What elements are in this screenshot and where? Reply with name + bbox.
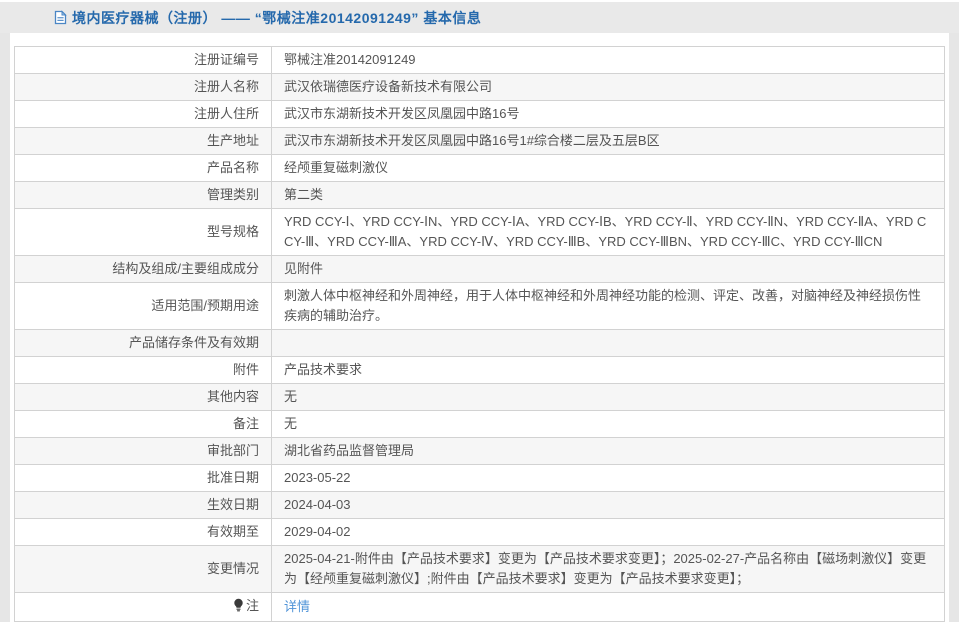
table-row: 产品名称 经颅重复磁刺激仪: [14, 154, 945, 182]
table-row: 批准日期 2023-05-22: [14, 464, 945, 492]
row-label: 其他内容: [14, 383, 272, 411]
row-value: 刺激人体中枢神经和外周神经，用于人体中枢神经和外周神经功能的检测、评定、改善，对…: [271, 282, 945, 330]
row-value: 武汉市东湖新技术开发区凤凰园中路16号1#综合楼二层及五层B区: [271, 127, 945, 155]
row-label: 适用范围/预期用途: [14, 282, 272, 330]
row-label: 注册证编号: [14, 46, 272, 74]
table-row: 型号规格 YRD CCY-Ⅰ、YRD CCY-ⅠN、YRD CCY-ⅠA、YRD …: [14, 208, 945, 256]
row-label: 有效期至: [14, 518, 272, 546]
registration-info-table: 注册证编号 鄂械注准20142091249 注册人名称 武汉依瑞德医疗设备新技术有限公…: [14, 46, 945, 622]
row-label: 注册人住所: [14, 100, 272, 128]
row-label: 管理类别: [14, 181, 272, 209]
row-label: 注册人名称: [14, 73, 272, 101]
row-label: 结构及组成/主要组成成分: [14, 255, 272, 283]
table-row: 管理类别 第二类: [14, 181, 945, 209]
table-row: 附件 产品技术要求: [14, 356, 945, 384]
content-panel: 注册证编号 鄂械注准20142091249 注册人名称 武汉依瑞德医疗设备新技术有限公…: [10, 33, 949, 622]
table-row: 注册人住所 武汉市东湖新技术开发区凤凰园中路16号: [14, 100, 945, 128]
row-label: 生产地址: [14, 127, 272, 155]
table-row: 注册证编号 鄂械注准20142091249: [14, 46, 945, 74]
lightbulb-icon: [233, 598, 244, 618]
row-label: 产品储存条件及有效期: [14, 329, 272, 357]
row-value: 详情: [271, 592, 945, 622]
row-value: 武汉依瑞德医疗设备新技术有限公司: [271, 73, 945, 101]
left-margin: [0, 33, 10, 622]
row-label: 生效日期: [14, 491, 272, 519]
table-row: 其他内容无: [14, 383, 945, 411]
table-row: 有效期至 2029-04-02: [14, 518, 945, 546]
table-row: 结构及组成/主要组成成分 见附件: [14, 255, 945, 283]
row-value: 湖北省药品监督管理局: [271, 437, 945, 465]
table-row: 产品储存条件及有效期: [14, 329, 945, 357]
row-value: 2025-04-21-附件由【产品技术要求】变更为【产品技术要求变更】；2025…: [271, 545, 945, 593]
row-value: 无: [271, 383, 945, 411]
row-value: 第二类: [271, 181, 945, 209]
row-value: 经颅重复磁刺激仪: [271, 154, 945, 182]
table-row: 注详情: [14, 592, 945, 622]
row-value: 鄂械注准20142091249: [271, 46, 945, 74]
row-value: [271, 329, 945, 357]
row-value: YRD CCY-Ⅰ、YRD CCY-ⅠN、YRD CCY-ⅠA、YRD CCY-…: [271, 208, 945, 256]
table-row: 生产地址 武汉市东湖新技术开发区凤凰园中路16号1#综合楼二层及五层B区: [14, 127, 945, 155]
row-label: 注: [14, 592, 272, 622]
table-row: 注册人名称 武汉依瑞德医疗设备新技术有限公司: [14, 73, 945, 101]
row-label: 备注: [14, 410, 272, 438]
page-header: 境内医疗器械（注册） —— “鄂械注准20142091249” 基本信息: [0, 2, 959, 33]
row-value: 见附件: [271, 255, 945, 283]
table-row: 审批部门 湖北省药品监督管理局: [14, 437, 945, 465]
row-value: 2029-04-02: [271, 518, 945, 546]
row-value: 无: [271, 410, 945, 438]
table-row: 备注无: [14, 410, 945, 438]
row-label: 型号规格: [14, 208, 272, 256]
table-row: 生效日期 2024-04-03: [14, 491, 945, 519]
table-row: 变更情况 2025-04-21-附件由【产品技术要求】变更为【产品技术要求变更】；…: [14, 545, 945, 593]
row-value: 产品技术要求: [271, 356, 945, 384]
row-value: 2024-04-03: [271, 491, 945, 519]
row-label: 产品名称: [14, 154, 272, 182]
right-margin: [949, 33, 959, 622]
row-label: 批准日期: [14, 464, 272, 492]
page-body: 注册证编号 鄂械注准20142091249 注册人名称 武汉依瑞德医疗设备新技术有限公…: [0, 33, 959, 622]
row-label: 变更情况: [14, 545, 272, 593]
document-icon: [54, 10, 67, 25]
row-value: 武汉市东湖新技术开发区凤凰园中路16号: [271, 100, 945, 128]
table-row: 适用范围/预期用途 刺激人体中枢神经和外周神经，用于人体中枢神经和外周神经功能的检…: [14, 282, 945, 330]
row-value: 2023-05-22: [271, 464, 945, 492]
row-label: 附件: [14, 356, 272, 384]
page-title: 境内医疗器械（注册） —— “鄂械注准20142091249” 基本信息: [72, 9, 482, 26]
row-label: 审批部门: [14, 437, 272, 465]
